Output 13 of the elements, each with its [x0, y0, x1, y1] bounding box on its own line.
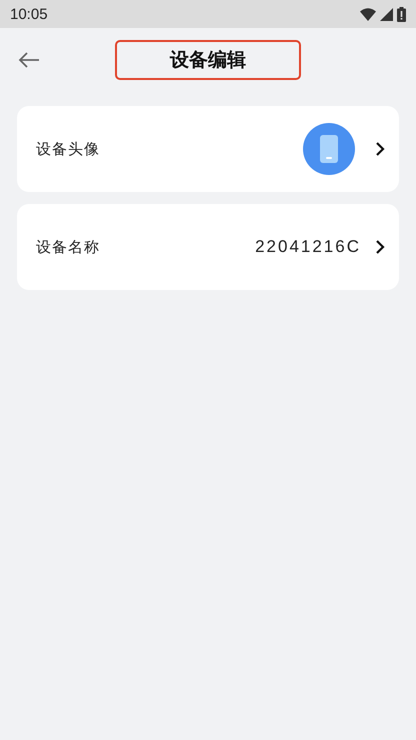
setting-row[interactable]: 设备名称 22041216C — [17, 204, 399, 290]
row-label: 设备头像 — [36, 140, 101, 158]
row-value: 22041216C — [255, 237, 361, 257]
phone-avatar-icon — [303, 123, 355, 175]
row-label: 设备名称 — [36, 238, 101, 256]
signal-icon — [380, 8, 393, 20]
battery-icon — [397, 6, 406, 22]
chevron-icon — [375, 239, 385, 255]
chevron-icon — [375, 141, 385, 157]
wifi-icon — [360, 8, 376, 20]
setting-row[interactable]: 设备头像 — [17, 106, 399, 192]
page-title: 设备编辑 — [115, 40, 301, 80]
status-time: 10:05 — [10, 6, 48, 22]
